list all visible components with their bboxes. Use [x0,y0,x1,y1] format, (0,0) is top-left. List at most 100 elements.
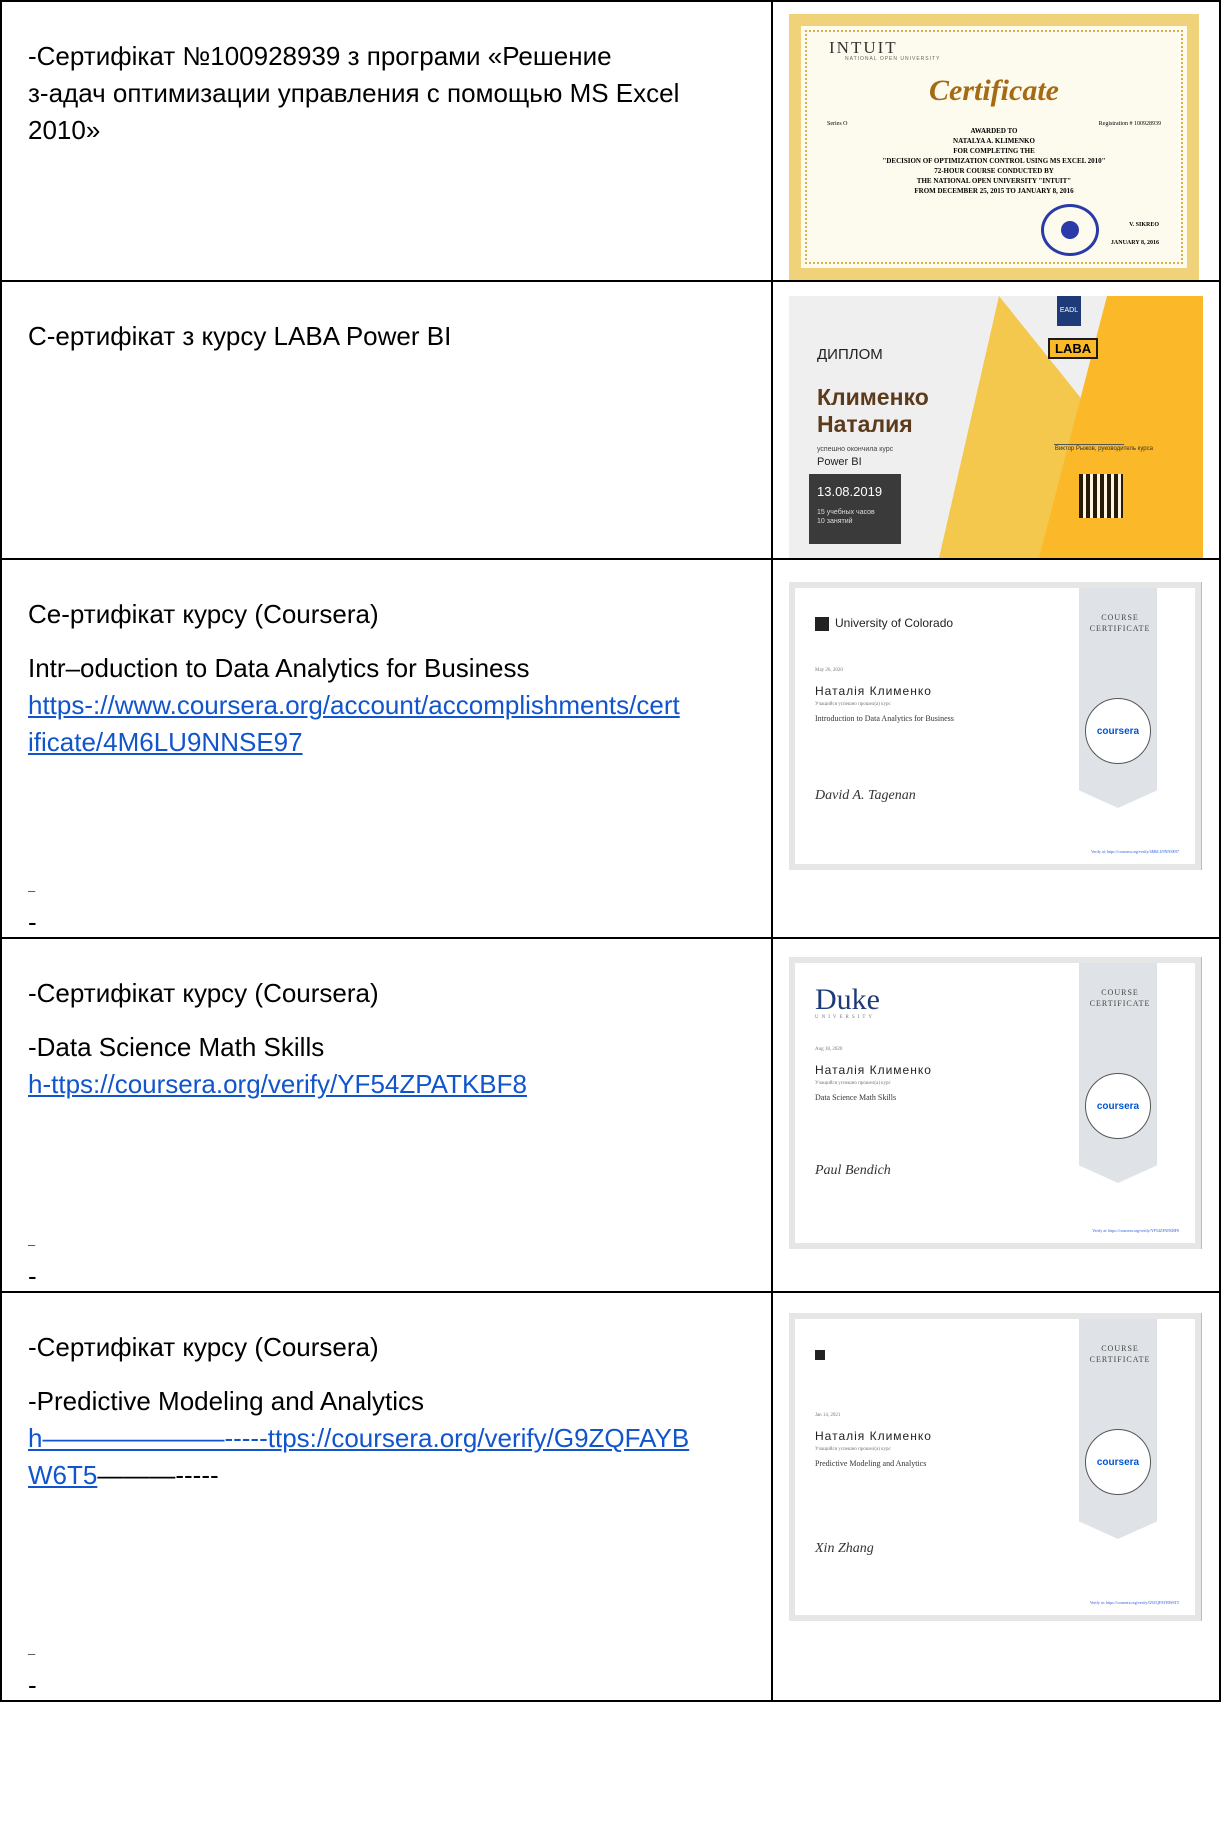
recipient-name: Наталія Клименко [815,684,932,698]
label-line: CERTIFICATE [1089,999,1151,1008]
table-row: Се-ртифікат курсу (Coursera) Intr–oducti… [0,558,1221,939]
university-logo-icon [815,616,829,631]
course-certificate-label: COURSE CERTIFICATE [1085,987,1155,1009]
recipient-surname: Клименко [817,384,929,410]
course-title: -Data Science Math Skills [28,1032,325,1062]
signature-line [1054,444,1124,445]
certificate-link-part[interactable]: W6T5 [28,1460,97,1490]
coursera-certificate-image: University of Colorado COURSE CERTIFICATE… [789,582,1202,870]
certificate-link-anchor[interactable]: h-ttps://coursera.org/verify/YF54ZPATKBF… [28,1069,527,1099]
certificate-link[interactable]: https-://www.coursera.org/account/accomp… [28,687,771,761]
body-line: FOR COMPLETING THE [953,147,1035,155]
coursera-emblem-icon: coursera [1085,1073,1151,1139]
recipient-name: Наталія Клименко [815,1063,932,1077]
text-cell: С-ертифікат з курсу LABA Power BI [0,280,773,560]
body-line: "DECISION OF OPTIMIZATION CONTROL USING … [882,157,1106,165]
intuit-logo-subtitle: NATIONAL OPEN UNIVERSITY [845,56,941,62]
completion-text: успешно окончила курс [817,446,894,453]
dash: - [28,907,37,937]
image-cell: Duke UNIVERSITY COURSE CERTIFICATE course… [771,937,1221,1293]
laba-diploma-image: EADL LABA ДИПЛОМ Клименко Наталия успешн… [789,296,1203,558]
course-title: Intr–oduction to Data Analytics for Busi… [28,653,530,683]
signature: Xin Zhang [815,1541,874,1556]
dash: - [28,1670,37,1700]
table-row: -Сертифікат курсу (Coursera) -Data Scien… [0,937,1221,1293]
course-certificate-label: COURSE CERTIFICATE [1085,612,1155,634]
intuit-certificate-image: INTUIT NATIONAL OPEN UNIVERSITY Certific… [789,14,1199,280]
lessons-line: 10 занятий [817,518,853,525]
link-trailing-dashes: ———----- [97,1460,219,1490]
table-row: -Сертифікат №100928939 з програми «Решен… [0,0,1221,282]
hours-line: 15 учебных часов [817,509,875,516]
completion-text: Учащийся успешно прошел(а) курс [815,1447,891,1452]
coursera-certificate-image: COURSE CERTIFICATE coursera Jan 14, 2021 … [789,1313,1202,1621]
body-line: THE NATIONAL OPEN UNIVERSITY "INTUIT" [916,177,1072,185]
body-line: NATALYA A. KLIMENKO [953,137,1035,145]
verify-link: Verify at: https://coursera.org/verify/Y… [1092,1228,1179,1233]
text-cell: -Сертифікат курсу (Coursera) -Predictive… [0,1291,773,1702]
date-box: 13.08.2019 15 учебных часов 10 занятий [809,474,901,544]
cert-title-line: С-ертифікат з курсу LABA Power BI [28,321,452,351]
image-cell: INTUIT NATIONAL OPEN UNIVERSITY Certific… [771,0,1221,282]
stamp-seal [1041,204,1099,256]
issue-date: 13.08.2019 [817,484,883,499]
completion-text: Учащийся успешно прошел(а) курс [815,1081,891,1086]
text-cell: -Сертифікат №100928939 з програми «Решен… [0,0,773,282]
cert-title-line: 2010» [28,115,101,145]
course-name: Introduction to Data Analytics for Busin… [815,714,954,723]
tiny-dash: – [28,1237,36,1252]
diploma-heading: ДИПЛОМ [817,346,883,363]
body-line: 72-HOUR COURSE CONDUCTED BY [934,167,1054,175]
coursera-emblem-icon: coursera [1085,698,1151,764]
issue-date: Jan 14, 2021 [815,1413,841,1418]
issue-date: May 26, 2020 [815,668,843,673]
course-certificate-label: COURSE CERTIFICATE [1085,1343,1155,1365]
small-logo-icon [815,1349,825,1360]
recipient-given-name: Наталия [817,411,913,437]
course-title: -Predictive Modeling and Analytics [28,1386,424,1416]
table-row: -Сертифікат курсу (Coursera) -Predictive… [0,1291,1221,1702]
intuit-logo: INTUIT [829,38,898,57]
table-row: С-ертифікат з курсу LABA Power BI EADL L… [0,280,1221,560]
cert-heading: Се-ртифікат курсу (Coursera) [28,599,379,629]
course-name: Power BI [817,456,862,468]
coursera-emblem-icon: coursera [1085,1429,1151,1495]
university-name-text: University of Colorado [835,616,954,630]
certificate-link-part[interactable]: https-://www.coursera.org/account/accomp… [28,690,680,720]
university-subtitle: UNIVERSITY [815,1015,875,1020]
image-cell: University of Colorado COURSE CERTIFICATE… [771,558,1221,939]
university-name: University of Colorado [815,616,953,631]
completion-text: Учащийся успешно прошел(а) курс [815,702,891,707]
laba-logo: LABA [1048,338,1099,359]
image-cell: COURSE CERTIFICATE coursera Jan 14, 2021 … [771,1291,1221,1702]
signer-name: Виктор Рыжов, руководитель курса [1054,446,1153,452]
signature: David A. Tagenan [815,788,916,803]
certificate-link-part[interactable]: h———————-----ttps://coursera.org/verify/… [28,1423,689,1453]
certificates-table: -Сертифікат №100928939 з програми «Решен… [0,0,1221,1702]
university-logo-icon [815,1347,831,1361]
recipient-name: Наталія Клименко [815,1429,932,1443]
label-line: COURSE [1101,988,1139,997]
qr-code-icon [1079,474,1123,518]
certificate-body: AWARDED TO NATALYA A. KLIMENKO FOR COMPL… [801,126,1187,196]
verify-link: Verify at: https://coursera.org/verify/G… [1089,1600,1179,1605]
cert-heading: -Сертифікат курсу (Coursera) [28,978,379,1008]
signer-name: V. SIKREO [1129,222,1159,228]
dash: - [28,1261,37,1291]
course-name: Data Science Math Skills [815,1093,897,1102]
image-cell: EADL LABA ДИПЛОМ Клименко Наталия успешн… [771,280,1221,560]
signature-date: JANUARY 8, 2016 [1110,240,1159,246]
coursera-certificate-image: Duke UNIVERSITY COURSE CERTIFICATE course… [789,957,1202,1249]
certificate-heading: Certificate [929,74,1059,107]
cert-heading: -Сертифікат курсу (Coursera) [28,1332,379,1362]
signature: Paul Bendich [815,1163,891,1178]
text-cell: Се-ртифікат курсу (Coursera) Intr–oducti… [0,558,773,939]
verify-link: Verify at: https://coursera.org/verify/4… [1090,849,1179,854]
label-line: COURSE [1101,1344,1139,1353]
certificate-link-part[interactable]: ificate/4M6LU9NNSE97 [28,727,303,757]
eadl-logo: EADL [1057,296,1081,326]
body-line: AWARDED TO [970,127,1018,135]
body-line: FROM DECEMBER 25, 2015 TO JANUARY 8, 201… [914,187,1074,195]
certificate-link[interactable]: h-ttps://coursera.org/verify/YF54ZPATKBF… [28,1066,771,1103]
certificate-link[interactable]: h———————-----ttps://coursera.org/verify/… [28,1420,771,1494]
